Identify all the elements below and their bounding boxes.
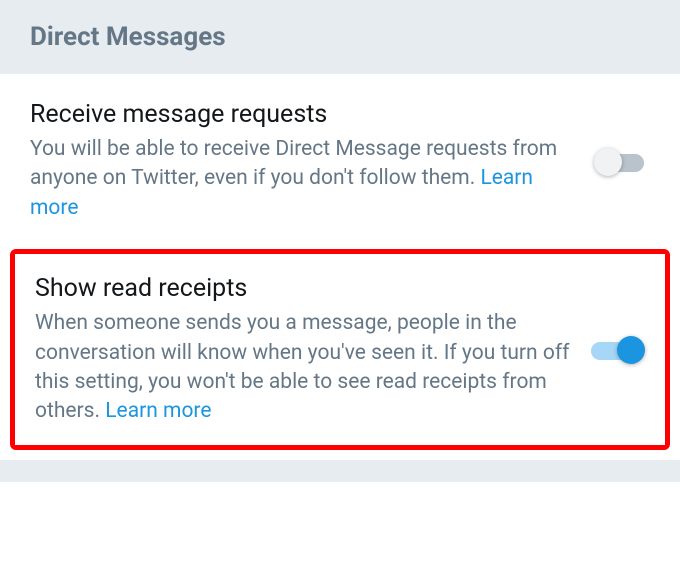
- setting-receive-requests-text: Receive message requests You will be abl…: [30, 100, 576, 223]
- footer-strip: [0, 460, 680, 482]
- toggle-knob: [594, 148, 622, 176]
- toggle-read-receipts[interactable]: [591, 334, 645, 366]
- settings-panel: Direct Messages Receive message requests…: [0, 0, 680, 482]
- setting-receive-requests-title: Receive message requests: [30, 100, 576, 129]
- learn-more-link-read-receipts[interactable]: Learn more: [105, 399, 211, 423]
- setting-read-receipts-title: Show read receipts: [35, 274, 571, 303]
- setting-receive-requests-desc-text: You will be able to receive Direct Messa…: [30, 137, 557, 190]
- setting-read-receipts-row: Show read receipts When someone sends yo…: [15, 254, 665, 445]
- setting-read-receipts-text: Show read receipts When someone sends yo…: [35, 274, 571, 427]
- setting-read-receipts-description: When someone sends you a message, people…: [35, 309, 571, 427]
- setting-receive-requests-description: You will be able to receive Direct Messa…: [30, 135, 576, 223]
- toggle-receive-requests[interactable]: [596, 146, 650, 178]
- toggle-knob: [617, 336, 645, 364]
- section-title: Direct Messages: [30, 22, 650, 52]
- setting-receive-requests-row: Receive message requests You will be abl…: [0, 74, 680, 249]
- section-header: Direct Messages: [0, 0, 680, 74]
- highlight-read-receipts-box: Show read receipts When someone sends yo…: [10, 249, 670, 450]
